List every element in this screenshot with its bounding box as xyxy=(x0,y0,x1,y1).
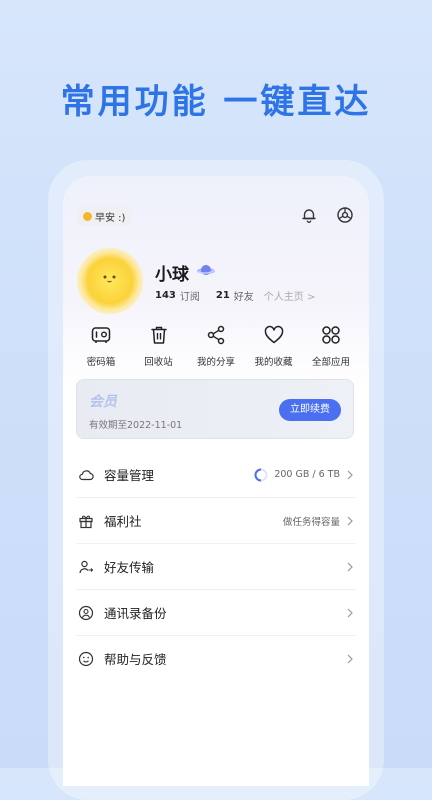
chevron-right-icon xyxy=(347,654,353,663)
greeting-badge: 早安 :) xyxy=(77,206,132,226)
planet-badge-icon xyxy=(197,265,215,275)
cloud-icon xyxy=(79,469,94,480)
quick-action-label: 密码箱 xyxy=(86,357,116,368)
quick-action-label: 回收站 xyxy=(144,357,173,368)
gift-icon xyxy=(79,515,93,528)
vip-membership-card[interactable]: 会员 有效期至2022-11-01 立即续费 xyxy=(76,379,354,439)
welfare-hint: 做任务得容量 xyxy=(282,516,340,528)
settings-menu: 容量管理 200 GB / 6 TB 福利社 做任务得容量 好友传输 通讯录备份… xyxy=(76,452,356,681)
quick-action-label: 我的收藏 xyxy=(254,357,293,368)
storage-usage-text: 200 GB / 6 TB xyxy=(274,469,340,480)
menu-item-label: 容量管理 xyxy=(104,468,155,483)
quick-action-all-apps[interactable]: 全部应用 xyxy=(303,324,359,368)
apps-grid-icon xyxy=(322,326,340,344)
storage-ring-icon xyxy=(254,468,268,481)
safe-box-icon xyxy=(91,327,111,343)
menu-item-label: 帮助与反馈 xyxy=(104,652,167,667)
greeting-text: 早安 :) xyxy=(95,212,126,224)
quick-action-my-shares[interactable]: 我的分享 xyxy=(188,324,244,368)
homepage-link[interactable]: 个人主页 > xyxy=(264,288,316,303)
profile-stats: 143 订阅 21 好友 个人主页 > xyxy=(155,288,315,303)
menu-item-welfare[interactable]: 福利社 做任务得容量 xyxy=(76,498,356,544)
menu-item-label: 好友传输 xyxy=(104,560,155,575)
menu-item-storage[interactable]: 容量管理 200 GB / 6 TB xyxy=(76,452,356,498)
share-icon xyxy=(207,325,225,345)
quick-action-label: 全部应用 xyxy=(311,357,350,368)
quick-action-favorites[interactable]: 我的收藏 xyxy=(246,324,302,368)
chevron-right-icon xyxy=(347,562,353,571)
menu-item-label: 福利社 xyxy=(104,514,142,529)
quick-actions: 密码箱 回收站 我的分享 我的收藏 全部应用 xyxy=(73,324,359,368)
renew-button[interactable]: 立即续费 xyxy=(279,399,341,421)
chevron-right-icon xyxy=(347,516,353,525)
heart-icon xyxy=(264,325,283,344)
quick-action-label: 我的分享 xyxy=(196,357,235,368)
menu-item-contacts-backup[interactable]: 通讯录备份 xyxy=(76,590,356,636)
bell-icon[interactable] xyxy=(300,206,318,224)
sun-avatar-face-icon xyxy=(103,275,116,283)
vip-title: 会员 xyxy=(89,394,117,410)
trash-icon xyxy=(150,326,167,344)
sun-icon xyxy=(83,211,92,221)
vip-expiry: 有效期至2022-11-01 xyxy=(89,420,183,431)
friends-label: 好友 xyxy=(233,292,254,303)
friends-count: 21 xyxy=(215,290,230,301)
subscriptions-count: 143 xyxy=(155,290,176,301)
friend-transfer-icon xyxy=(79,560,94,573)
menu-item-friend-transfer[interactable]: 好友传输 xyxy=(76,544,356,590)
quick-action-recycle-bin[interactable]: 回收站 xyxy=(131,324,187,368)
help-smiley-icon xyxy=(78,651,94,666)
chevron-right-icon xyxy=(347,470,353,479)
contacts-icon xyxy=(78,605,94,620)
storage-usage: 200 GB / 6 TB xyxy=(254,468,340,482)
username: 小球 xyxy=(155,265,189,285)
quick-action-password-vault[interactable]: 密码箱 xyxy=(73,324,129,368)
chevron-right-icon xyxy=(347,608,353,617)
settings-icon[interactable] xyxy=(336,206,354,224)
avatar[interactable] xyxy=(77,248,143,314)
menu-item-help-feedback[interactable]: 帮助与反馈 xyxy=(76,636,356,681)
menu-item-label: 通讯录备份 xyxy=(104,606,167,621)
promo-headline: 常用功能 一键直达 xyxy=(60,82,372,122)
subscriptions-label: 订阅 xyxy=(179,292,200,303)
app-screen: 早安 :) 小球 143 订阅 21 好友 个人主页 > 密码箱 回收站 我的分… xyxy=(63,176,369,786)
